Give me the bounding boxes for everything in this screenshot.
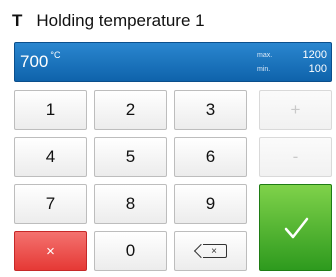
backspace-button[interactable]: × xyxy=(174,231,247,271)
checkmark-icon xyxy=(284,217,308,238)
key-minus[interactable]: - xyxy=(259,137,332,177)
key-9[interactable]: 9 xyxy=(174,184,247,224)
numeric-keypad: 1 2 3 + 4 5 6 - 7 8 9 × 0 × xyxy=(14,90,332,277)
max-value: 1200 xyxy=(302,49,327,61)
key-8[interactable]: 8 xyxy=(94,184,167,224)
key-plus[interactable]: + xyxy=(259,90,332,130)
max-label: max. xyxy=(257,52,273,59)
key-0[interactable]: 0 xyxy=(94,231,167,271)
key-5[interactable]: 5 xyxy=(94,137,167,177)
backspace-icon: × xyxy=(202,244,227,258)
key-1[interactable]: 1 xyxy=(14,90,87,130)
value-input-display[interactable]: 700 °C max. 1200 min. 100 xyxy=(14,42,332,82)
close-icon: × xyxy=(46,242,55,260)
key-6[interactable]: 6 xyxy=(174,137,247,177)
dialog-title: Holding temperature 1 xyxy=(36,11,205,30)
value-unit: °C xyxy=(50,50,61,60)
confirm-button[interactable] xyxy=(259,184,332,271)
key-7[interactable]: 7 xyxy=(14,184,87,224)
parameter-symbol: T xyxy=(12,11,23,30)
min-value: 100 xyxy=(308,63,327,75)
key-3[interactable]: 3 xyxy=(174,90,247,130)
key-2[interactable]: 2 xyxy=(94,90,167,130)
dialog-header: T Holding temperature 1 xyxy=(12,8,205,34)
value-text: 700 xyxy=(20,52,49,71)
min-label: min. xyxy=(257,66,271,73)
cancel-button[interactable]: × xyxy=(14,231,87,271)
current-value: 700 °C xyxy=(20,50,61,72)
backspace-x: × xyxy=(211,245,217,257)
key-4[interactable]: 4 xyxy=(14,137,87,177)
